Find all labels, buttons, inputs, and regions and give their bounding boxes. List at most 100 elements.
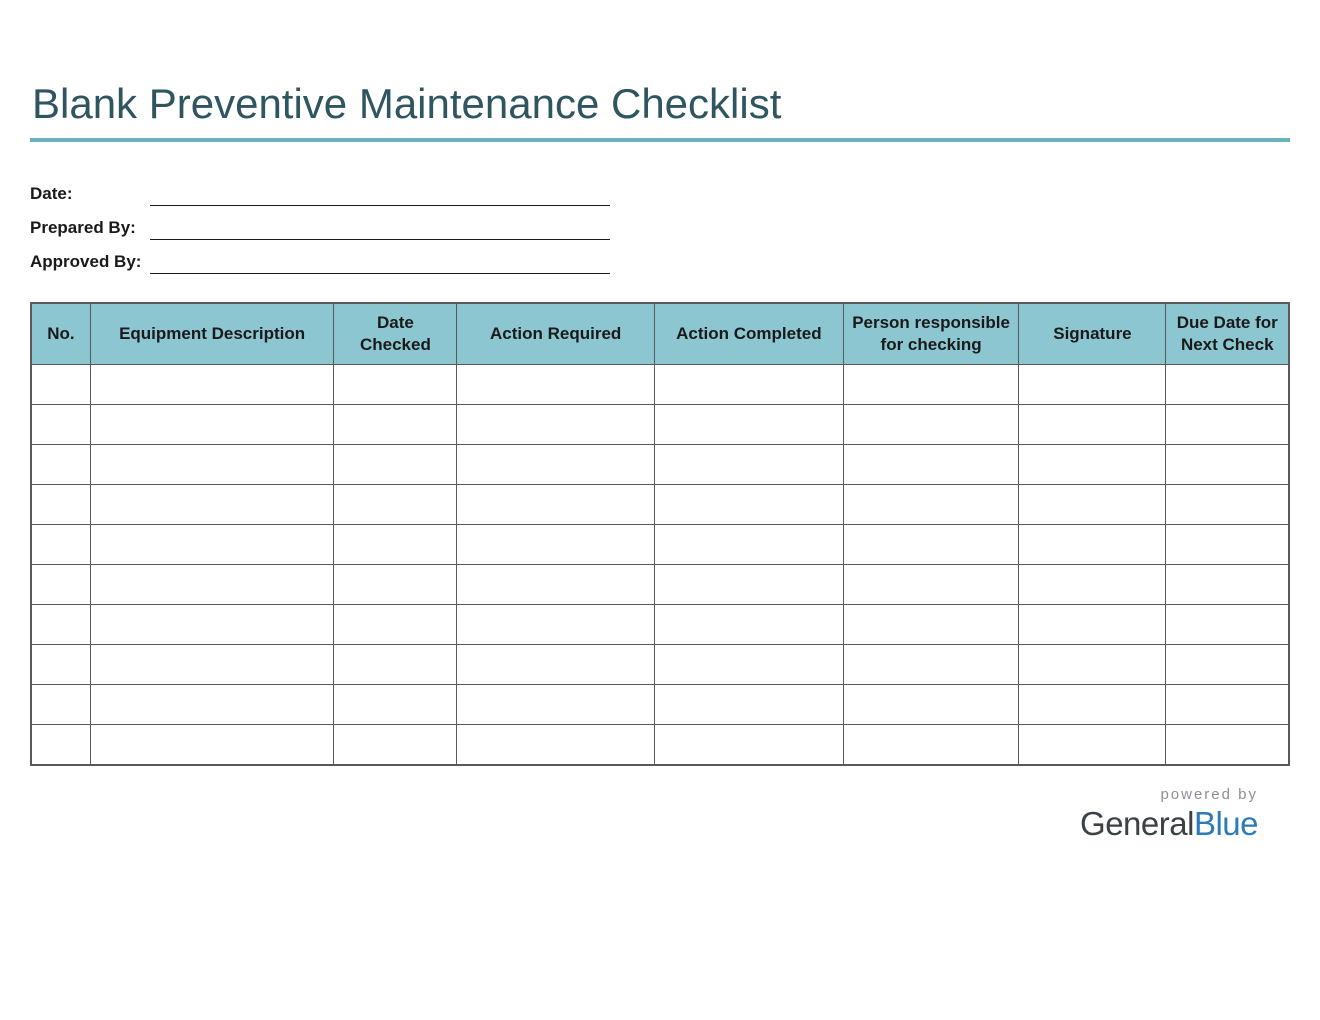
- cell-date-checked[interactable]: [334, 485, 457, 525]
- cell-date-checked[interactable]: [334, 405, 457, 445]
- cell-signature[interactable]: [1019, 485, 1166, 525]
- cell-no[interactable]: [31, 485, 90, 525]
- cell-equipment-description[interactable]: [90, 645, 334, 685]
- cell-due-date[interactable]: [1166, 525, 1289, 565]
- cell-due-date[interactable]: [1166, 365, 1289, 405]
- cell-date-checked[interactable]: [334, 725, 457, 765]
- cell-date-checked[interactable]: [334, 525, 457, 565]
- table-row: [31, 365, 1289, 405]
- cell-person-responsible[interactable]: [843, 685, 1019, 725]
- cell-action-required[interactable]: [457, 525, 655, 565]
- prepared-by-label: Prepared By:: [30, 218, 150, 240]
- cell-person-responsible[interactable]: [843, 525, 1019, 565]
- cell-action-completed[interactable]: [654, 485, 843, 525]
- cell-due-date[interactable]: [1166, 645, 1289, 685]
- cell-action-required[interactable]: [457, 365, 655, 405]
- cell-date-checked[interactable]: [334, 365, 457, 405]
- cell-action-completed[interactable]: [654, 525, 843, 565]
- cell-person-responsible[interactable]: [843, 365, 1019, 405]
- cell-due-date[interactable]: [1166, 565, 1289, 605]
- cell-action-required[interactable]: [457, 605, 655, 645]
- cell-action-completed[interactable]: [654, 725, 843, 765]
- cell-action-completed[interactable]: [654, 405, 843, 445]
- cell-no[interactable]: [31, 445, 90, 485]
- cell-action-completed[interactable]: [654, 365, 843, 405]
- cell-date-checked[interactable]: [334, 605, 457, 645]
- cell-signature[interactable]: [1019, 725, 1166, 765]
- header-no: No.: [31, 303, 90, 365]
- cell-no[interactable]: [31, 725, 90, 765]
- cell-date-checked[interactable]: [334, 445, 457, 485]
- cell-equipment-description[interactable]: [90, 365, 334, 405]
- cell-action-required[interactable]: [457, 565, 655, 605]
- cell-no[interactable]: [31, 605, 90, 645]
- table-row: [31, 485, 1289, 525]
- cell-person-responsible[interactable]: [843, 725, 1019, 765]
- cell-person-responsible[interactable]: [843, 485, 1019, 525]
- cell-signature[interactable]: [1019, 445, 1166, 485]
- cell-action-required[interactable]: [457, 725, 655, 765]
- cell-no[interactable]: [31, 685, 90, 725]
- cell-signature[interactable]: [1019, 405, 1166, 445]
- table-row: [31, 605, 1289, 645]
- cell-action-required[interactable]: [457, 645, 655, 685]
- cell-equipment-description[interactable]: [90, 525, 334, 565]
- table-row: [31, 525, 1289, 565]
- cell-person-responsible[interactable]: [843, 645, 1019, 685]
- cell-action-completed[interactable]: [654, 645, 843, 685]
- table-row: [31, 725, 1289, 765]
- cell-due-date[interactable]: [1166, 725, 1289, 765]
- cell-due-date[interactable]: [1166, 445, 1289, 485]
- header-person-responsible: Person responsible for checking: [843, 303, 1019, 365]
- cell-person-responsible[interactable]: [843, 405, 1019, 445]
- table-row: [31, 445, 1289, 485]
- header-action-required: Action Required: [457, 303, 655, 365]
- cell-no[interactable]: [31, 405, 90, 445]
- cell-equipment-description[interactable]: [90, 685, 334, 725]
- cell-person-responsible[interactable]: [843, 565, 1019, 605]
- date-input[interactable]: [150, 180, 610, 206]
- cell-date-checked[interactable]: [334, 685, 457, 725]
- cell-signature[interactable]: [1019, 525, 1166, 565]
- cell-equipment-description[interactable]: [90, 605, 334, 645]
- cell-due-date[interactable]: [1166, 485, 1289, 525]
- cell-signature[interactable]: [1019, 365, 1166, 405]
- cell-action-required[interactable]: [457, 685, 655, 725]
- cell-action-completed[interactable]: [654, 445, 843, 485]
- cell-equipment-description[interactable]: [90, 485, 334, 525]
- cell-no[interactable]: [31, 565, 90, 605]
- cell-equipment-description[interactable]: [90, 445, 334, 485]
- cell-equipment-description[interactable]: [90, 405, 334, 445]
- cell-no[interactable]: [31, 645, 90, 685]
- title-underline: [30, 138, 1290, 142]
- cell-due-date[interactable]: [1166, 605, 1289, 645]
- prepared-by-input[interactable]: [150, 214, 610, 240]
- cell-signature[interactable]: [1019, 685, 1166, 725]
- cell-action-required[interactable]: [457, 485, 655, 525]
- header-signature: Signature: [1019, 303, 1166, 365]
- table-row: [31, 645, 1289, 685]
- cell-equipment-description[interactable]: [90, 565, 334, 605]
- cell-due-date[interactable]: [1166, 685, 1289, 725]
- cell-signature[interactable]: [1019, 605, 1166, 645]
- cell-person-responsible[interactable]: [843, 445, 1019, 485]
- cell-date-checked[interactable]: [334, 645, 457, 685]
- cell-no[interactable]: [31, 365, 90, 405]
- header-equipment-description: Equipment Description: [90, 303, 334, 365]
- cell-person-responsible[interactable]: [843, 605, 1019, 645]
- page-title: Blank Preventive Maintenance Checklist: [30, 80, 1290, 128]
- cell-equipment-description[interactable]: [90, 725, 334, 765]
- table-header-row: No. Equipment Description Date Checked A…: [31, 303, 1289, 365]
- cell-no[interactable]: [31, 525, 90, 565]
- cell-date-checked[interactable]: [334, 565, 457, 605]
- cell-action-completed[interactable]: [654, 565, 843, 605]
- cell-due-date[interactable]: [1166, 405, 1289, 445]
- cell-action-required[interactable]: [457, 405, 655, 445]
- cell-action-required[interactable]: [457, 445, 655, 485]
- cell-signature[interactable]: [1019, 645, 1166, 685]
- cell-action-completed[interactable]: [654, 605, 843, 645]
- cell-signature[interactable]: [1019, 565, 1166, 605]
- cell-action-completed[interactable]: [654, 685, 843, 725]
- meta-row-approved-by: Approved By:: [30, 248, 1290, 274]
- approved-by-input[interactable]: [150, 248, 610, 274]
